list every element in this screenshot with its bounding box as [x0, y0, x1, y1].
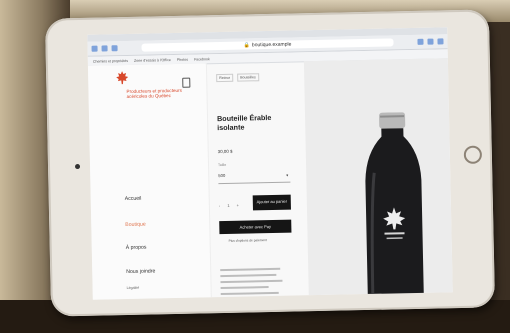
breadcrumb-category[interactable]: Bouteilles — [237, 73, 259, 82]
bookmark-item[interactable]: Facebook — [194, 57, 210, 61]
tablet-screen: 🔒 boutique.example Chemins et propriétés… — [87, 27, 453, 300]
shopping-bag-icon[interactable] — [182, 77, 191, 88]
forward-icon[interactable] — [111, 45, 118, 52]
site-sidebar: Producteurs et producteurs acéricoles du… — [87, 63, 211, 300]
product-description — [220, 267, 285, 300]
breadcrumb-back[interactable]: Retour — [216, 73, 234, 83]
logo-text: Producteurs et producteurs acéricoles du… — [126, 87, 182, 100]
nav-item-nous-joindre[interactable]: Nous joindre — [126, 268, 155, 275]
bookmark-item[interactable]: Zone d'essais à l'Office — [134, 58, 171, 63]
bottle-image[interactable] — [357, 112, 431, 300]
lock-icon: 🔒 — [243, 42, 250, 49]
footer-label[interactable]: Légalité — [127, 286, 140, 290]
bookmark-item[interactable]: Chemins et propriétés — [93, 58, 128, 63]
web-page: Producteurs et producteurs acéricoles du… — [87, 58, 453, 300]
product-title: Bouteille Érable isolante — [216, 112, 272, 132]
size-select-value: 500 — [218, 172, 226, 179]
product-price: 30,00 $ — [217, 148, 233, 155]
nav-item-boutique[interactable]: Boutique — [125, 222, 146, 228]
chevron-down-icon: ▾ — [286, 172, 289, 178]
maple-leaf-logo-icon[interactable] — [116, 71, 129, 85]
bookmark-item[interactable]: Photos — [177, 57, 188, 61]
express-pay-button[interactable]: Acheter avec Pay — [219, 219, 292, 235]
front-camera — [74, 163, 81, 170]
tablet-device: 🔒 boutique.example Chemins et propriétés… — [44, 9, 496, 317]
add-to-cart-button[interactable]: Ajouter au panier — [252, 194, 291, 211]
new-tab-icon[interactable] — [427, 38, 434, 45]
home-button[interactable] — [463, 145, 483, 164]
nav-item-a-propos[interactable]: À propos — [126, 245, 147, 251]
sidebar-icon[interactable] — [91, 45, 98, 52]
share-icon[interactable] — [417, 38, 424, 45]
back-icon[interactable] — [101, 45, 108, 52]
option-label: Taille — [217, 162, 227, 168]
size-select[interactable]: 500 ▾ — [218, 171, 291, 185]
address-bar[interactable]: 🔒 boutique.example — [141, 38, 394, 52]
more-payment-link[interactable]: Plus d'options de paiement — [229, 238, 267, 243]
quantity-stepper[interactable]: - 1 + — [219, 203, 242, 208]
tabs-icon[interactable] — [437, 38, 444, 45]
url-text: boutique.example — [251, 41, 292, 49]
nav-item-accueil[interactable]: Accueil — [125, 196, 142, 202]
